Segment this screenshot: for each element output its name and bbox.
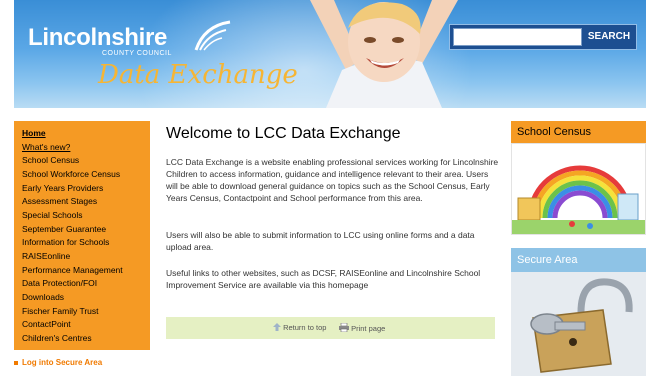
- nav-item-school-workforce-census[interactable]: School Workforce Census: [22, 168, 150, 182]
- nav-item-information-for-schools[interactable]: Information for Schools: [22, 236, 150, 250]
- login-secure-area-link[interactable]: Log into Secure Area: [14, 358, 102, 367]
- nav-item-school-census[interactable]: School Census: [22, 154, 150, 168]
- nav-item-fischer-family-trust[interactable]: Fischer Family Trust: [22, 305, 150, 319]
- nav-item-whats-new[interactable]: What's new?: [22, 141, 150, 155]
- search-button[interactable]: SEARCH: [584, 28, 634, 46]
- arrow-up-icon: [273, 323, 281, 331]
- content-footer-bar: Return to top Print page: [166, 317, 495, 339]
- nav-item-home[interactable]: Home: [22, 127, 150, 141]
- nav-item-assessment-stages[interactable]: Assessment Stages: [22, 195, 150, 209]
- secure-area-image[interactable]: [511, 272, 646, 376]
- school-census-panel-title[interactable]: School Census: [511, 121, 646, 143]
- upload-paragraph: Users will also be able to submit inform…: [166, 230, 475, 252]
- intro-paragraph: LCC Data Exchange is a website enabling …: [166, 157, 499, 203]
- child-photo: [310, 0, 458, 108]
- page: Lincolnshire COUNTY COUNCIL Data Exchang…: [14, 0, 646, 376]
- links-paragraph: Useful links to other websites, such as …: [166, 268, 481, 290]
- logo-subtitle: COUNTY COUNCIL: [102, 50, 172, 57]
- return-to-top-link[interactable]: Return to top: [273, 323, 326, 332]
- logo-swoosh-icon: [194, 20, 231, 51]
- nav-item-special-schools[interactable]: Special Schools: [22, 209, 150, 223]
- main-content: Welcome to LCC Data Exchange LCC Data Ex…: [166, 121, 506, 290]
- logo-wordmark[interactable]: Lincolnshire: [28, 24, 167, 52]
- header-banner: Lincolnshire COUNTY COUNCIL Data Exchang…: [14, 0, 646, 108]
- nav-item-childrens-centres[interactable]: Children's Centres: [22, 332, 150, 346]
- rainbow-illustration: [512, 144, 645, 234]
- page-title: Welcome to LCC Data Exchange: [166, 125, 401, 142]
- school-census-image[interactable]: [511, 143, 646, 235]
- nav-item-contactpoint[interactable]: ContactPoint: [22, 318, 150, 332]
- bullet-icon: [14, 360, 18, 365]
- nav-item-data-protection-foi[interactable]: Data Protection/FOI: [22, 277, 150, 291]
- printer-icon: [339, 322, 349, 333]
- print-page-link[interactable]: Print page: [339, 322, 386, 333]
- print-page-label: Print page: [351, 324, 386, 333]
- nav-item-early-years-providers[interactable]: Early Years Providers: [22, 182, 150, 196]
- search-bar: SEARCH: [449, 24, 637, 50]
- nav-item-september-guarantee[interactable]: September Guarantee: [22, 223, 150, 237]
- secure-area-panel-title[interactable]: Secure Area: [511, 248, 646, 272]
- padlock-illustration: [511, 272, 646, 376]
- left-navigation: Home What's new? School Census School Wo…: [14, 121, 150, 350]
- nav-item-performance-management[interactable]: Performance Management: [22, 264, 150, 278]
- nav-item-raiseonline[interactable]: RAISEonline: [22, 250, 150, 264]
- return-to-top-label: Return to top: [283, 323, 327, 332]
- logo-tagline: Data Exchange: [98, 60, 298, 90]
- login-link-label: Log into Secure Area: [22, 358, 103, 367]
- search-input[interactable]: [453, 28, 582, 46]
- nav-item-downloads[interactable]: Downloads: [22, 291, 150, 305]
